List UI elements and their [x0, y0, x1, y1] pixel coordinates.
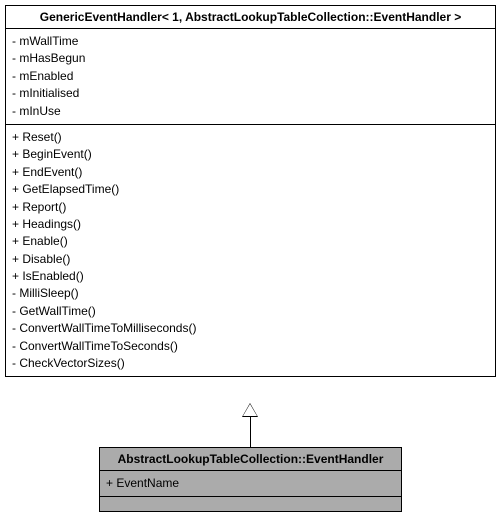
operation: - ConvertWallTimeToMilliseconds() [12, 320, 489, 337]
operation: + Headings() [12, 216, 489, 233]
derived-class-title: AbstractLookupTableCollection::EventHand… [100, 448, 401, 471]
uml-inheritance-diagram: GenericEventHandler< 1, AbstractLookupTa… [5, 5, 496, 512]
operation: + Disable() [12, 251, 489, 268]
operation: + IsEnabled() [12, 268, 489, 285]
operation: + EndEvent() [12, 164, 489, 181]
derived-class-box: AbstractLookupTableCollection::EventHand… [99, 447, 402, 512]
attribute: - mHasBegun [12, 50, 489, 67]
attribute: - mEnabled [12, 68, 489, 85]
operation: - CheckVectorSizes() [12, 355, 489, 372]
operation: - ConvertWallTimeToSeconds() [12, 338, 489, 355]
derived-operations-empty [100, 497, 401, 511]
operation: - GetWallTime() [12, 303, 489, 320]
attribute: + EventName [106, 475, 395, 492]
attribute: - mWallTime [12, 33, 489, 50]
attribute: - mInitialised [12, 85, 489, 102]
operation: + Reset() [12, 129, 489, 146]
operation: + BeginEvent() [12, 146, 489, 163]
base-class-title: GenericEventHandler< 1, AbstractLookupTa… [6, 6, 495, 29]
inheritance-arrow-line [250, 417, 251, 447]
inheritance-arrow-head [242, 403, 258, 417]
operation: + Report() [12, 199, 489, 216]
base-operations: + Reset() + BeginEvent() + EndEvent() + … [6, 125, 495, 376]
operation: - MilliSleep() [12, 285, 489, 302]
attribute: - mInUse [12, 103, 489, 120]
derived-attributes: + EventName [100, 471, 401, 497]
base-class-box: GenericEventHandler< 1, AbstractLookupTa… [5, 5, 496, 377]
operation: + GetElapsedTime() [12, 181, 489, 198]
base-attributes: - mWallTime - mHasBegun - mEnabled - mIn… [6, 29, 495, 125]
operation: + Enable() [12, 233, 489, 250]
